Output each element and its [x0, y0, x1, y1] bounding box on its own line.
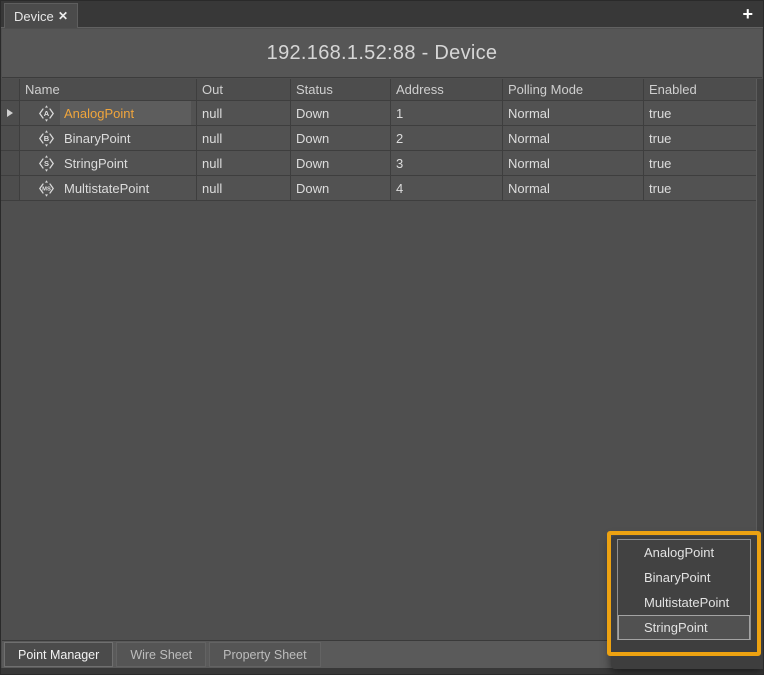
cell-address: 2: [391, 126, 503, 150]
svg-text:MS: MS: [42, 186, 51, 192]
table-header-row: Name Out Status Address Polling Mode Ena…: [1, 79, 756, 101]
device-window: Device ✕ + 192.168.1.52:88 - Device Name…: [0, 0, 764, 675]
column-header-enabled[interactable]: Enabled: [644, 79, 756, 100]
tab-point-manager[interactable]: Point Manager: [4, 642, 113, 667]
menu-item-binarypoint[interactable]: BinaryPoint: [618, 565, 750, 590]
menu-item-analogpoint[interactable]: AnalogPoint: [618, 540, 750, 565]
cell-enabled: true: [644, 151, 756, 175]
tab-device[interactable]: Device ✕: [4, 3, 78, 28]
column-header-status[interactable]: Status: [291, 79, 391, 100]
add-tab-button[interactable]: +: [742, 4, 753, 24]
svg-text:B: B: [44, 134, 50, 143]
cell-name: MS MultistatePoint: [20, 176, 197, 200]
new-point-popup: AnalogPoint BinaryPoint MultistatePoint …: [611, 536, 763, 669]
binary-point-icon: B: [37, 129, 56, 148]
cell-address: 3: [391, 151, 503, 175]
svg-text:S: S: [44, 159, 49, 168]
cell-out: null: [197, 126, 291, 150]
top-tab-bar: Device ✕ +: [1, 1, 763, 28]
cell-out: null: [197, 101, 291, 125]
tab-wire-sheet[interactable]: Wire Sheet: [116, 642, 206, 667]
page-title: 192.168.1.52:88 - Device: [267, 42, 498, 65]
cell-out: null: [197, 176, 291, 200]
table-row-analogpoint[interactable]: A AnalogPoint null Down 1 Normal true: [1, 101, 756, 126]
table-row-multistatepoint[interactable]: MS MultistatePoint null Down 4 Normal tr…: [1, 176, 756, 201]
cell-status: Down: [291, 176, 391, 200]
cell-enabled: true: [644, 126, 756, 150]
menu-item-stringpoint[interactable]: StringPoint: [618, 615, 750, 640]
cell-polling-mode: Normal: [503, 151, 644, 175]
table-row-binarypoint[interactable]: B BinaryPoint null Down 2 Normal true: [1, 126, 756, 151]
row-selector-cell: [1, 151, 20, 175]
close-icon[interactable]: ✕: [58, 9, 68, 23]
cell-name: A AnalogPoint: [20, 101, 197, 125]
cell-enabled: true: [644, 176, 756, 200]
analog-point-icon: A: [37, 104, 56, 123]
row-selector-cell: [1, 176, 20, 200]
cell-name: S StringPoint: [20, 151, 197, 175]
cell-out: null: [197, 151, 291, 175]
points-table: Name Out Status Address Polling Mode Ena…: [1, 79, 756, 201]
cell-polling-mode: Normal: [503, 176, 644, 200]
point-name: MultistatePoint: [60, 176, 191, 200]
menu-item-multistatepoint[interactable]: MultistatePoint: [618, 590, 750, 615]
tab-property-sheet[interactable]: Property Sheet: [209, 642, 320, 667]
cell-address: 4: [391, 176, 503, 200]
selected-row-marker-icon: [7, 109, 13, 117]
cell-polling-mode: Normal: [503, 126, 644, 150]
svg-text:A: A: [44, 109, 50, 118]
multistate-point-icon: MS: [37, 179, 56, 198]
column-header-address[interactable]: Address: [391, 79, 503, 100]
table-row-stringpoint[interactable]: S StringPoint null Down 3 Normal true: [1, 151, 756, 176]
header-gutter-cell: [1, 79, 20, 100]
point-type-menu: AnalogPoint BinaryPoint MultistatePoint …: [617, 539, 751, 640]
column-header-out[interactable]: Out: [197, 79, 291, 100]
column-header-name[interactable]: Name: [20, 79, 197, 100]
device-title-bar: 192.168.1.52:88 - Device: [2, 29, 762, 78]
cell-enabled: true: [644, 101, 756, 125]
point-name: AnalogPoint: [60, 101, 191, 125]
string-point-icon: S: [37, 154, 56, 173]
cell-status: Down: [291, 126, 391, 150]
row-selector-cell: [1, 101, 20, 125]
cell-polling-mode: Normal: [503, 101, 644, 125]
cell-address: 1: [391, 101, 503, 125]
point-name: BinaryPoint: [60, 126, 191, 150]
point-name: StringPoint: [60, 151, 191, 175]
cell-name: B BinaryPoint: [20, 126, 197, 150]
cell-status: Down: [291, 151, 391, 175]
cell-status: Down: [291, 101, 391, 125]
column-header-polling-mode[interactable]: Polling Mode: [503, 79, 644, 100]
row-selector-cell: [1, 126, 20, 150]
tab-device-label: Device: [14, 9, 54, 24]
